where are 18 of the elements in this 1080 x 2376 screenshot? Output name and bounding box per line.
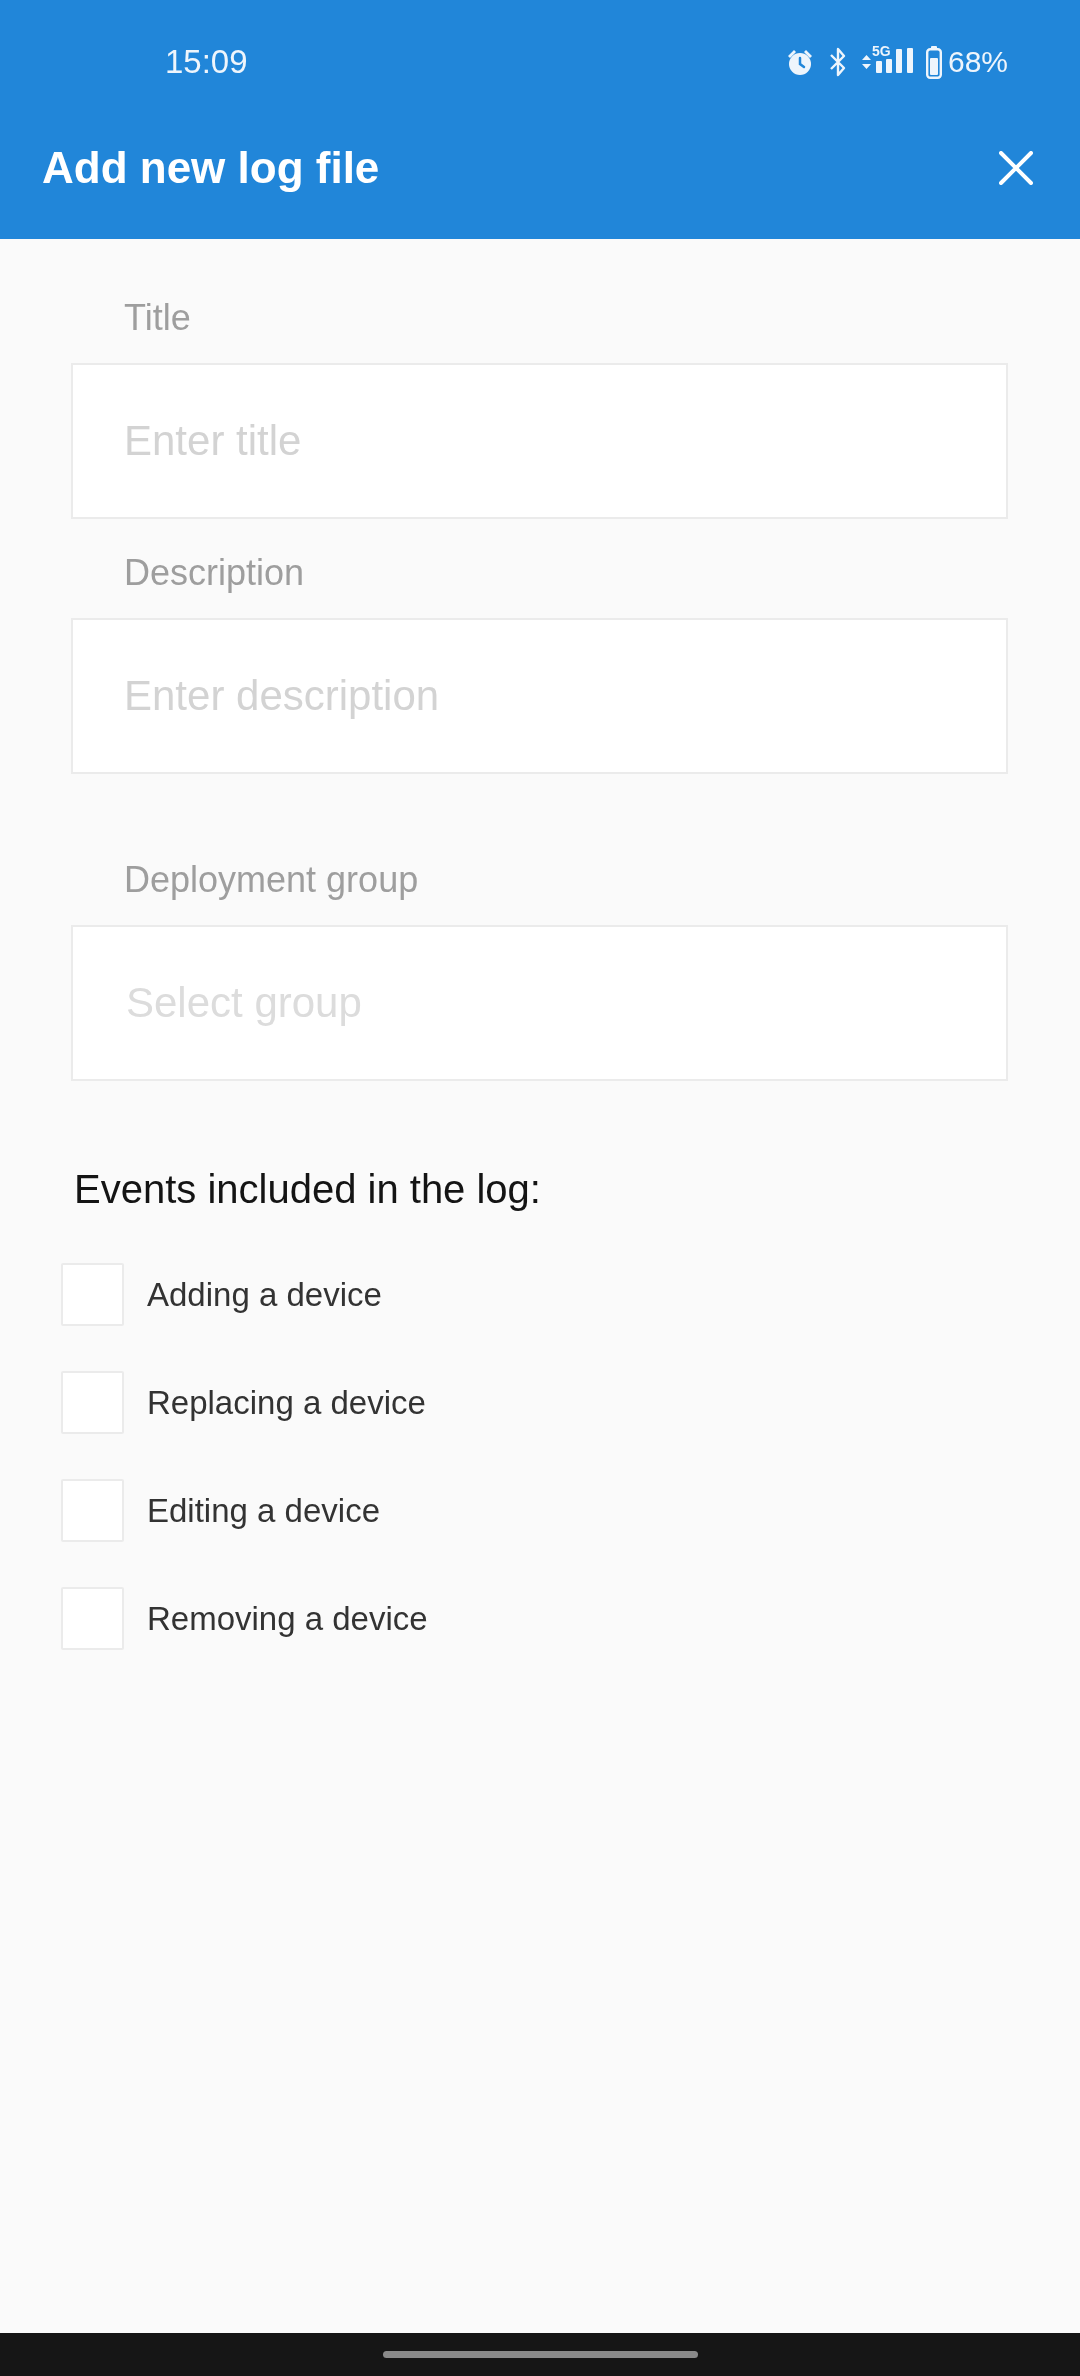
checkbox-label: Adding a device <box>147 1274 382 1315</box>
checkbox-label: Replacing a device <box>147 1382 426 1423</box>
home-indicator[interactable] <box>382 2351 698 2358</box>
close-icon <box>999 150 1033 185</box>
field-label: Title <box>124 298 191 338</box>
field-label: Description <box>124 553 305 593</box>
screen-title: Add new log file <box>42 141 380 194</box>
checkbox-label: Editing a device <box>147 1490 380 1531</box>
network-type-label: 5G <box>871 44 891 58</box>
field-label: Deployment group <box>124 860 419 900</box>
checkbox-label: Removing a device <box>147 1598 428 1639</box>
close-button[interactable] <box>999 150 1033 185</box>
battery-percentage: 68% <box>947 44 1008 80</box>
bluetooth-icon <box>828 47 847 77</box>
battery-icon <box>925 45 942 79</box>
data-arrows-icon <box>861 55 871 69</box>
section-heading: Events included in the log: <box>74 1166 541 1213</box>
status-time: 15:09 <box>165 44 248 80</box>
